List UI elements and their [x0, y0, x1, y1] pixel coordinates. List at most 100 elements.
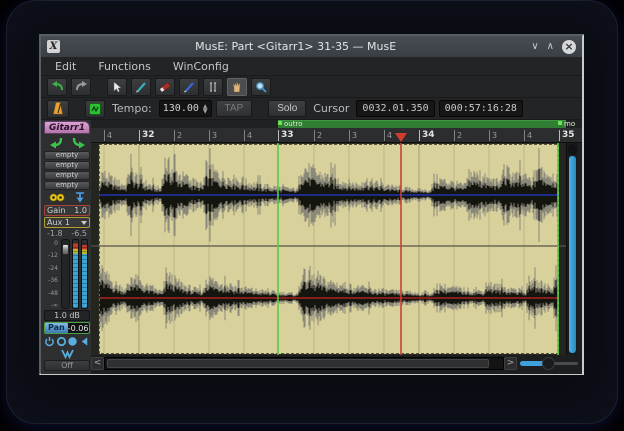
solo-button[interactable]: Solo	[268, 100, 306, 117]
next-part-icon[interactable]	[72, 137, 86, 149]
menu-functions[interactable]: Functions	[98, 60, 151, 73]
cursor-label: Cursor	[313, 102, 349, 115]
app-icon: X	[47, 40, 60, 53]
zoom-slider[interactable]	[520, 357, 582, 370]
marker-flag-icon[interactable]	[278, 121, 282, 125]
titlebar[interactable]: X MusE: Part <Gitarr1> 31-35 — MusE ∨ ∧ …	[41, 36, 582, 57]
vscroll-cap	[568, 144, 577, 155]
maximize-button[interactable]: ∧	[547, 40, 554, 54]
minimize-button[interactable]: ∨	[531, 40, 538, 54]
track-strip: Gitarr1 empty empty empty empty	[41, 120, 91, 374]
ring-icon[interactable]	[56, 336, 67, 347]
ruler-beat-number: 4	[244, 130, 252, 141]
zoom-knob[interactable]	[542, 357, 555, 370]
hscroll-trough[interactable]	[104, 357, 504, 370]
fader-scale-label: -12	[48, 253, 58, 259]
ruler-bar-number: 34	[419, 130, 435, 141]
db-display: 1.0 dB	[44, 310, 90, 321]
redo-button[interactable]	[71, 78, 91, 96]
pan-value: -0.06	[68, 324, 91, 333]
volume-fader[interactable]	[61, 239, 70, 309]
hand-icon	[231, 81, 243, 93]
transport-toolbar: Tempo: 130.00 ▲▼ TAP Solo Cursor 0032.01…	[41, 98, 582, 120]
fader-scale-label: 0	[54, 241, 58, 247]
tempo-led-icon	[89, 103, 101, 115]
vu-meter-left	[72, 239, 79, 309]
vscroll-handle[interactable]	[569, 156, 576, 353]
stereo-icon[interactable]	[49, 193, 65, 202]
pan-control[interactable]: Pan -0.06	[44, 322, 90, 334]
horizontal-scrollbar: < >	[91, 355, 582, 371]
envelope-icon[interactable]	[61, 348, 74, 359]
menu-edit[interactable]: Edit	[55, 60, 76, 73]
ruler-beat-number: 2	[454, 130, 462, 141]
pointer-tool-button[interactable]	[107, 78, 127, 96]
ruler-beat-number: 2	[314, 130, 322, 141]
controller-slot-1[interactable]: empty	[44, 151, 90, 160]
fader-scale-label: -48	[48, 291, 58, 297]
gain-label: Gain	[47, 206, 65, 215]
automation-off-button[interactable]: Off	[44, 360, 90, 371]
zoom-tool-button[interactable]	[251, 78, 271, 96]
marker-region-outro[interactable]	[278, 120, 566, 128]
fader-scale-label: -24	[48, 266, 58, 272]
ruler-beat-number: 2	[174, 130, 182, 141]
fader-scale-label: -36	[48, 278, 58, 284]
aux-label: Aux 1	[47, 218, 70, 227]
prev-part-icon[interactable]	[49, 137, 63, 149]
draw-tool-button[interactable]	[179, 78, 199, 96]
pan-label: Pan	[45, 323, 68, 333]
pencil-tool-button[interactable]	[131, 78, 151, 96]
fader-scale: 0 -12 -24 -36 -48 -∞	[45, 239, 59, 309]
controller-slot-4[interactable]: empty	[44, 181, 90, 190]
pencil-icon	[135, 81, 147, 93]
metronome-icon	[52, 102, 64, 115]
tap-button[interactable]: TAP	[216, 100, 253, 117]
marker-bar[interactable]: outromo	[91, 120, 582, 128]
ruler-beat-number: 4	[384, 130, 392, 141]
vu-meter-right	[81, 239, 88, 309]
peak-right-value: -6.5	[71, 229, 87, 238]
close-button[interactable]: ×	[562, 40, 576, 54]
scroll-left-button[interactable]: <	[91, 357, 104, 370]
tempo-spinbox[interactable]: 130.00 ▲▼	[159, 100, 212, 117]
undo-icon	[51, 81, 64, 92]
ruler-beat-number: 4	[104, 130, 112, 141]
pan-tool-button[interactable]	[227, 78, 247, 96]
tools-toolbar	[41, 76, 582, 98]
menu-winconfig[interactable]: WinConfig	[173, 60, 229, 73]
ruler-beat-number: 3	[209, 130, 217, 141]
waveform-canvas[interactable]	[91, 143, 566, 355]
window-title: MusE: Part <Gitarr1> 31-35 — MusE	[66, 40, 525, 53]
range-tool-button[interactable]	[203, 78, 223, 96]
eraser-icon	[159, 81, 171, 93]
gain-control[interactable]: Gain 1.0	[44, 205, 90, 216]
undo-button[interactable]	[47, 78, 67, 96]
timeline-ruler[interactable]: 432234332343423435	[91, 128, 582, 143]
metronome-button[interactable]	[47, 100, 69, 118]
aux-send-select[interactable]: Aux 1	[44, 217, 90, 228]
peak-left-value: -1.8	[47, 229, 63, 238]
speaker-icon[interactable]	[79, 336, 90, 347]
tempo-value: 130.00	[163, 103, 199, 114]
controller-slot-3[interactable]: empty	[44, 171, 90, 180]
marker-flag-icon[interactable]	[558, 121, 562, 125]
hscroll-handle[interactable]	[107, 359, 489, 368]
scroll-right-button[interactable]: >	[504, 357, 517, 370]
fader-scale-label: -∞	[51, 303, 58, 309]
magnifier-icon	[255, 81, 267, 93]
dot-icon[interactable]	[67, 336, 78, 347]
marker-name: mo	[564, 120, 575, 128]
ruler-bar-number: 35	[559, 130, 575, 141]
input-arrow-icon[interactable]	[75, 192, 85, 203]
ruler-beat-number: 3	[489, 130, 497, 141]
controller-slot-2[interactable]: empty	[44, 161, 90, 170]
vertical-scrollbar[interactable]	[566, 143, 578, 355]
spinner-arrows-icon[interactable]: ▲▼	[203, 104, 208, 114]
power-icon[interactable]	[44, 336, 55, 347]
tempo-master-button[interactable]	[85, 100, 105, 118]
playhead-marker-icon[interactable]	[395, 133, 407, 142]
fader-knob[interactable]	[62, 244, 69, 255]
eraser-tool-button[interactable]	[155, 78, 175, 96]
part-tab-gitarr1[interactable]: Gitarr1	[44, 121, 90, 134]
